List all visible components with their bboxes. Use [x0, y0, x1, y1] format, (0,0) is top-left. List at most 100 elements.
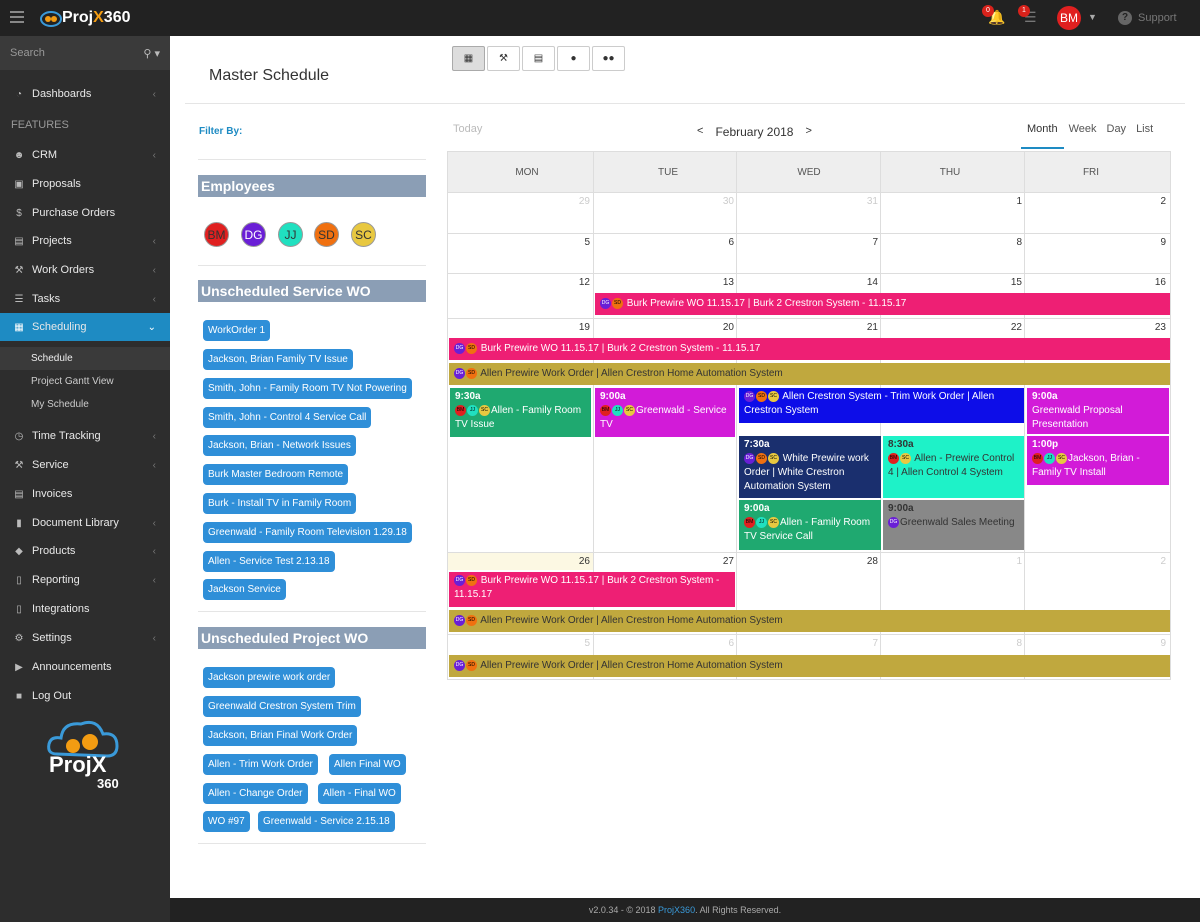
- employee-avatar[interactable]: DG: [241, 222, 266, 247]
- sidebar-item-announcements[interactable]: ▶ Announcements: [0, 653, 170, 681]
- day-number: 16: [1154, 277, 1166, 288]
- employee-avatar[interactable]: SD: [314, 222, 339, 247]
- tab-list[interactable]: List: [1131, 123, 1158, 149]
- calendar-event[interactable]: 9:30a BM JJ SC Allen - Family Room TV Issue: [450, 388, 591, 437]
- calendar-event[interactable]: DG SD Burk Prewire WO 11.15.17 | Burk 2 C…: [595, 293, 1170, 315]
- project-wo-item[interactable]: Greenwald - Service 2.15.18: [258, 811, 395, 832]
- sidebar-item-scheduling[interactable]: ▦ Scheduling ⌄: [0, 313, 170, 341]
- users-view-button[interactable]: ●●: [592, 46, 625, 71]
- sidebar-item-purchase-orders[interactable]: $ Purchase Orders: [0, 199, 170, 227]
- footer-rights: . All Rights Reserved.: [695, 905, 782, 915]
- sidebar-item-settings[interactable]: ⚙ Settings ‹: [0, 624, 170, 652]
- sidebar-item-products[interactable]: ◆ Products ‹: [0, 537, 170, 565]
- month-label: February 2018: [715, 125, 794, 139]
- service-wo-item[interactable]: WorkOrder 1: [203, 320, 271, 341]
- sidebar-item-crm[interactable]: ☻ CRM ‹: [0, 141, 170, 169]
- project-wo-item[interactable]: Jackson, Brian Final Work Order: [203, 725, 358, 746]
- tab-day[interactable]: Day: [1102, 123, 1132, 149]
- wrench-view-button[interactable]: ⚒: [487, 46, 520, 71]
- service-wo-item[interactable]: Jackson, Brian Family TV Issue: [203, 349, 353, 370]
- prev-month-button[interactable]: <: [697, 125, 703, 139]
- sidebar-item-invoices[interactable]: ▤ Invoices: [0, 480, 170, 508]
- file-icon: ▯: [16, 574, 22, 586]
- service-wo-item[interactable]: Burk Master Bedroom Remote: [203, 464, 349, 485]
- calendar-icon: ▦: [14, 321, 24, 333]
- sidebar-item-time-tracking[interactable]: ◷ Time Tracking ‹: [0, 422, 170, 450]
- sidebar-item-integrations[interactable]: ▯ Integrations: [0, 595, 170, 623]
- calendar-event[interactable]: 7:30a DG SD SC White Prewire work Order | W…: [739, 436, 881, 498]
- sidebar-item-dashboards[interactable]: ◔ Dashboards ‹: [0, 80, 170, 108]
- today-button[interactable]: Today: [453, 123, 482, 135]
- day-number: 6: [728, 237, 734, 248]
- avatar: SC: [624, 404, 635, 416]
- calendar-event[interactable]: 1:00p BM JJ SC Jackson, Brian - Family TV In…: [1027, 436, 1169, 485]
- next-month-button[interactable]: >: [805, 125, 811, 139]
- calendar-event[interactable]: DG SD Allen Prewire Work Order | Allen Cr…: [449, 610, 1170, 632]
- notifications-bell-icon[interactable]: 0 🔔: [982, 5, 1005, 26]
- user-avatar[interactable]: BM: [1057, 6, 1081, 30]
- sidebar-item-label: Scheduling: [32, 321, 87, 333]
- sidebar-item-proposals[interactable]: ▣ Proposals: [0, 170, 170, 198]
- avatar: JJ: [467, 404, 478, 416]
- sidebar-item-log-out[interactable]: ■ Log Out: [0, 682, 170, 710]
- server-view-button[interactable]: ▤: [522, 46, 555, 71]
- sidebar-item-projects[interactable]: ▤ Projects ‹: [0, 227, 170, 255]
- user-menu-chevron-down-icon[interactable]: ▼: [1088, 12, 1097, 22]
- sidebar-item-service[interactable]: ⚒ Service ‹: [0, 451, 170, 479]
- calendar-event[interactable]: 9:00a DG Greenwald Sales Meeting: [883, 500, 1024, 550]
- sidebar-subitem-my-schedule[interactable]: My Schedule: [0, 393, 170, 416]
- service-wo-item[interactable]: Jackson Service: [203, 579, 286, 600]
- project-wo-item[interactable]: Allen - Trim Work Order: [203, 754, 318, 775]
- filter-by-label: Filter By:: [199, 126, 243, 137]
- search-icon[interactable]: ⚲ ▾: [143, 47, 160, 60]
- employee-avatar[interactable]: BM: [204, 222, 229, 247]
- sidebar-item-work-orders[interactable]: ⚒ Work Orders ‹: [0, 256, 170, 284]
- avatar: DG: [454, 367, 465, 379]
- calendar-event[interactable]: DG SD Allen Prewire Work Order | Allen Cr…: [449, 363, 1170, 385]
- calendar-event[interactable]: DG SD Allen Prewire Work Order | Allen Cr…: [449, 655, 1170, 677]
- calendar-event[interactable]: 9:00a BM JJ SC Greenwald - Service TV: [595, 388, 735, 437]
- service-wo-item[interactable]: Jackson, Brian - Network Issues: [203, 435, 356, 456]
- sidebar-subitem-project-gantt-view[interactable]: Project Gantt View: [0, 370, 170, 393]
- calendar-view-button[interactable]: ▦: [452, 46, 485, 71]
- support-link[interactable]: ? Support: [1118, 11, 1177, 25]
- calendar-event[interactable]: DG SD Burk Prewire WO 11.15.17 | Burk 2 C…: [449, 572, 735, 607]
- project-wo-item[interactable]: Jackson prewire work order: [203, 667, 336, 688]
- project-wo-item[interactable]: Allen - Final WO: [318, 783, 401, 804]
- sidebar-search[interactable]: Search ⚲ ▾: [0, 36, 170, 70]
- calendar-event[interactable]: 8:30a BM SC Allen - Prewire Control 4 | Al…: [883, 436, 1024, 498]
- service-wo-item[interactable]: Greenwald - Family Room Television 1.29.…: [203, 522, 412, 543]
- calendar-event[interactable]: 9:00a BM JJ SC Allen - Family Room TV Servic…: [739, 500, 881, 550]
- event-title: Allen Prewire Work Order | Allen Crestro…: [480, 615, 783, 626]
- user-view-button[interactable]: ●: [557, 46, 590, 71]
- sidebar-item-tasks[interactable]: ☰ Tasks ‹: [0, 285, 170, 313]
- employee-avatar[interactable]: JJ: [278, 222, 303, 247]
- avatar: JJ: [1044, 452, 1055, 464]
- calendar-event[interactable]: DG SD SC Allen Crestron System - Trim Work…: [739, 388, 1024, 423]
- sidebar-item-reporting[interactable]: ▯ Reporting ‹: [0, 566, 170, 594]
- tab-week[interactable]: Week: [1064, 123, 1102, 149]
- calendar-event[interactable]: DG SD Burk Prewire WO 11.15.17 | Burk 2 C…: [449, 338, 1170, 360]
- project-wo-item[interactable]: WO #97: [203, 811, 250, 832]
- day-number: 2: [1160, 196, 1166, 207]
- sidebar-item-document-library[interactable]: ▮ Document Library ‹: [0, 509, 170, 537]
- tasks-list-icon[interactable]: 1 ☰: [1018, 5, 1037, 26]
- calendar-event[interactable]: 9:00a Greenwald Proposal Presentation: [1027, 388, 1169, 434]
- day-number: 27: [722, 556, 734, 567]
- employee-avatar[interactable]: SC: [351, 222, 376, 247]
- menu-toggle-icon[interactable]: [10, 11, 24, 23]
- support-label: Support: [1138, 12, 1177, 24]
- event-title: Greenwald Proposal Presentation: [1032, 405, 1123, 430]
- project-wo-item[interactable]: Greenwald Crestron System Trim: [203, 696, 361, 717]
- service-wo-item[interactable]: Burk - Install TV in Family Room: [203, 493, 357, 514]
- project-wo-item[interactable]: Allen - Change Order: [203, 783, 308, 804]
- tab-month[interactable]: Month: [1021, 123, 1064, 149]
- project-wo-item[interactable]: Allen Final WO: [329, 754, 406, 775]
- footer-brand-link[interactable]: ProjX360: [658, 905, 695, 915]
- service-wo-item[interactable]: Smith, John - Control 4 Service Call: [203, 407, 372, 428]
- sidebar-subitem-schedule[interactable]: Schedule: [0, 347, 170, 370]
- service-wo-item[interactable]: Allen - Service Test 2.13.18: [203, 551, 335, 572]
- service-wo-item[interactable]: Smith, John - Family Room TV Not Powerin…: [203, 378, 412, 399]
- search-input[interactable]: Search: [10, 47, 45, 59]
- app-logo[interactable]: Proj X 360: [40, 7, 131, 29]
